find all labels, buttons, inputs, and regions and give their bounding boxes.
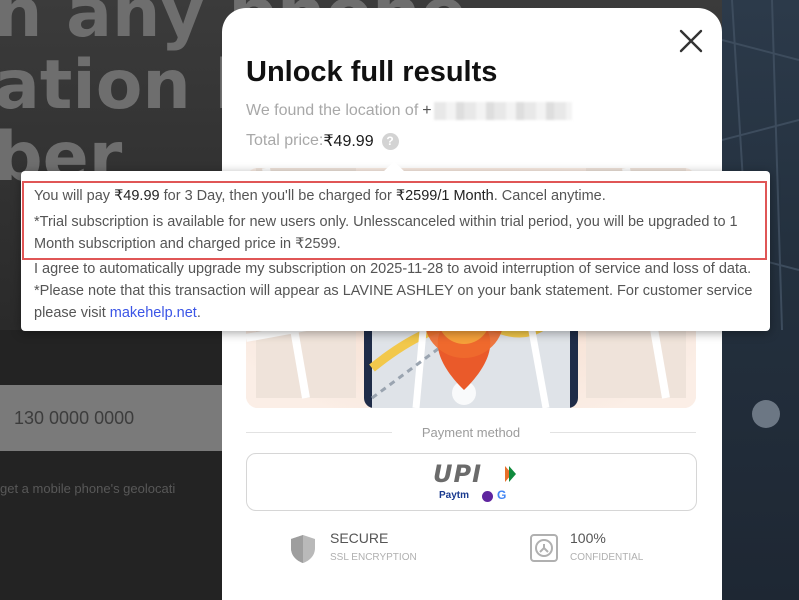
- upi-logo: UPI: [433, 460, 483, 488]
- background-heading: n any phone ation b ber: [0, 0, 467, 194]
- background-phone-value: 130 0000 0000: [14, 408, 135, 428]
- payment-method-divider: Payment method: [246, 422, 696, 442]
- close-x-icon: [679, 29, 703, 53]
- background-section: [0, 330, 222, 600]
- secure-badge-title: SECURE: [330, 530, 389, 546]
- trial-text-suffix: . Cancel anytime.: [493, 188, 606, 204]
- background-location-icon: [752, 400, 780, 428]
- found-location-label: We found the location of: [246, 102, 419, 119]
- auto-upgrade-text-end: .: [196, 305, 201, 321]
- background-heading-line: ation b: [0, 46, 264, 125]
- support-link[interactable]: makehelp.net: [110, 305, 197, 321]
- total-price-row: Total price: ₹49.99 ?: [246, 130, 399, 152]
- background-heading-line: n any phone: [0, 0, 467, 53]
- shield-icon: [291, 535, 315, 563]
- close-button[interactable]: [676, 26, 706, 56]
- auto-upgrade-terms: I agree to automatically upgrade my subs…: [34, 258, 760, 324]
- trial-text-prefix: You will pay: [34, 188, 115, 204]
- phonepe-icon: [482, 491, 493, 502]
- payment-method-label: Payment method: [421, 424, 521, 440]
- modal-title: Unlock full results: [246, 56, 498, 88]
- phone-prefix: +: [422, 102, 432, 119]
- lock-icon: [530, 534, 558, 562]
- confidential-badge-subtitle: CONFIDENTIAL: [570, 552, 644, 563]
- trial-price: ₹49.99: [114, 188, 160, 204]
- trial-price-line: You will pay ₹49.99 for 3 Day, then you'…: [34, 185, 760, 207]
- background-caption: get a mobile phone's geolocati: [0, 481, 176, 496]
- renewal-price: ₹2599/1 Month: [395, 188, 494, 204]
- question-circle-icon[interactable]: ?: [381, 132, 399, 150]
- trial-subscription-note: *Trial subscription is available for new…: [34, 214, 738, 252]
- upi-payment-option[interactable]: UPI Paytm G: [246, 453, 697, 511]
- paytm-logo: Paytm: [439, 490, 470, 501]
- total-price-value: ₹49.99: [323, 133, 374, 150]
- upi-arrows-icon: [505, 466, 516, 482]
- blurred-phone-number: [433, 102, 572, 120]
- google-pay-icon: G: [497, 488, 507, 502]
- secure-badge-subtitle: SSL ENCRYPTION: [330, 552, 417, 563]
- total-price-label: Total price:: [246, 132, 324, 149]
- divider-line: [246, 431, 392, 433]
- divider-line: [550, 431, 696, 433]
- found-location-row: We found the location of +: [246, 100, 572, 122]
- confidential-badge-title: 100%: [570, 530, 606, 546]
- price-info-tooltip: You will pay ₹49.99 for 3 Day, then you'…: [21, 161, 770, 331]
- trial-text-middle: for 3 Day, then you'll be charged for: [159, 188, 396, 204]
